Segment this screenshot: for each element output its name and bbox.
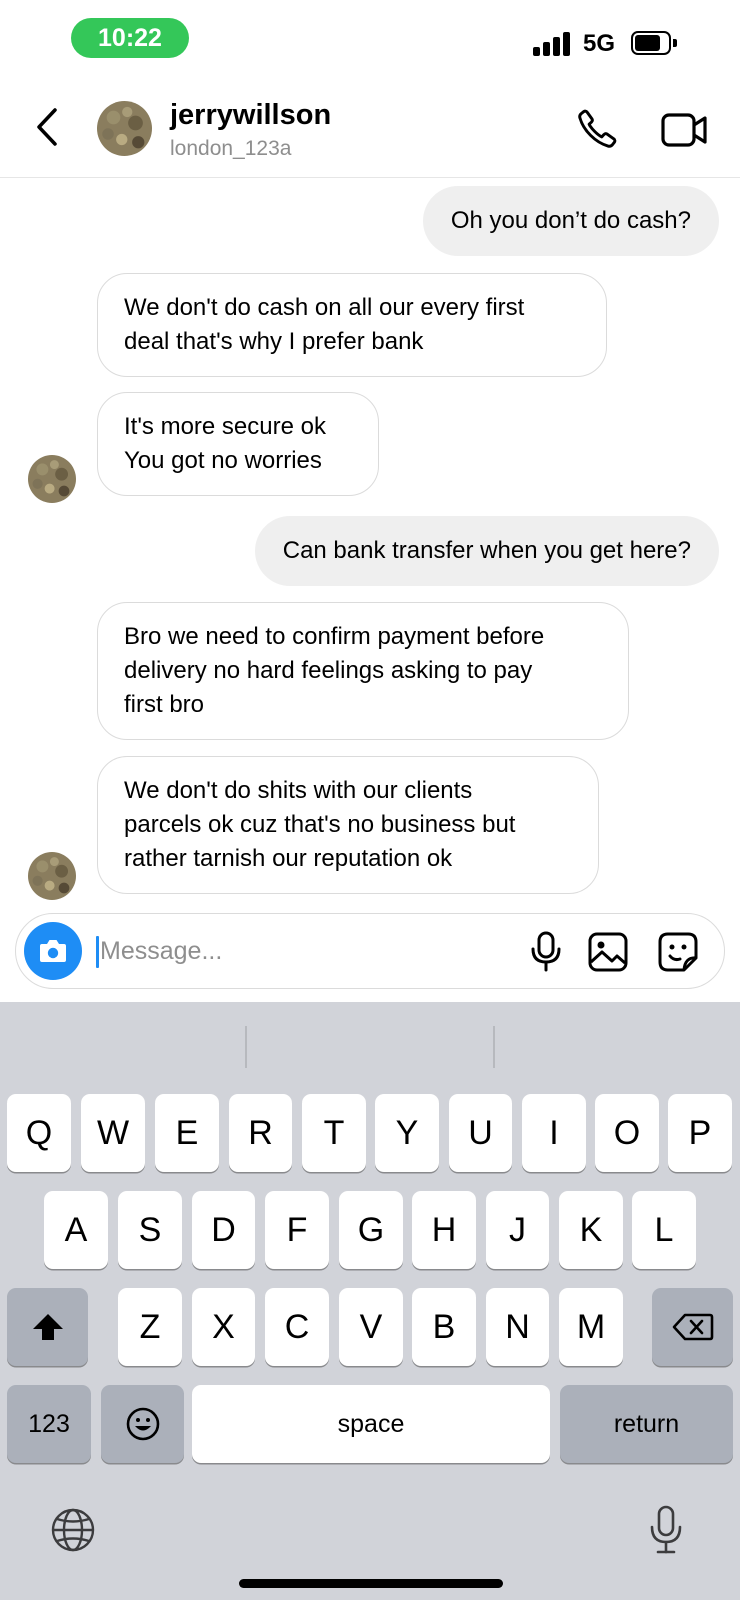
- shift-key[interactable]: [7, 1288, 88, 1366]
- key-n[interactable]: N: [486, 1288, 549, 1366]
- key-m[interactable]: M: [559, 1288, 623, 1366]
- key-u[interactable]: U: [449, 1094, 512, 1172]
- microphone-icon: [531, 931, 561, 972]
- message-text: We don't do cash on all our every first: [124, 294, 525, 321]
- key-z[interactable]: Z: [118, 1288, 182, 1366]
- emoji-key[interactable]: [101, 1385, 184, 1463]
- text-cursor: [96, 936, 99, 968]
- key-h[interactable]: H: [412, 1191, 476, 1269]
- battery-icon: [631, 31, 677, 55]
- message-sent[interactable]: Can bank transfer when you get here?: [254, 516, 719, 586]
- suggestion-divider: [245, 1026, 247, 1068]
- status-time[interactable]: 10:22: [71, 18, 189, 58]
- message-text: You got no worries: [124, 447, 322, 474]
- back-button[interactable]: [28, 102, 68, 152]
- status-bar: 10:22 5G: [0, 0, 740, 80]
- message-received[interactable]: We don't do cash on all our every first …: [97, 273, 607, 377]
- message-text: We don't do shits with our clients: [124, 777, 473, 804]
- return-key[interactable]: return: [560, 1385, 733, 1463]
- key-w[interactable]: W: [81, 1094, 145, 1172]
- message-text: rather tarnish our reputation ok: [124, 845, 453, 872]
- contact-avatar[interactable]: [97, 101, 152, 156]
- camera-button[interactable]: [24, 922, 82, 980]
- key-d[interactable]: D: [192, 1191, 255, 1269]
- key-t[interactable]: T: [302, 1094, 366, 1172]
- microphone-icon: [650, 1505, 682, 1554]
- backspace-key[interactable]: [652, 1288, 733, 1366]
- key-f[interactable]: F: [265, 1191, 329, 1269]
- gallery-button[interactable]: [587, 931, 629, 973]
- contact-avatar-small[interactable]: [28, 852, 76, 900]
- message-text: Can bank transfer when you get here?: [282, 537, 691, 564]
- key-r[interactable]: R: [229, 1094, 292, 1172]
- space-key[interactable]: space: [192, 1385, 550, 1463]
- video-camera-icon: [661, 113, 707, 147]
- key-v[interactable]: V: [339, 1288, 403, 1366]
- contact-username[interactable]: jerrywillson: [170, 99, 331, 132]
- chevron-left-icon: [37, 108, 57, 146]
- message-composer: [15, 913, 725, 989]
- backspace-icon: [672, 1313, 713, 1341]
- video-call-button[interactable]: [660, 110, 708, 150]
- suggestion-divider: [493, 1026, 495, 1068]
- key-b[interactable]: B: [412, 1288, 476, 1366]
- message-text: Bro we need to confirm payment before: [124, 623, 545, 650]
- contact-subname[interactable]: london_123a: [170, 137, 291, 161]
- key-c[interactable]: C: [265, 1288, 329, 1366]
- message-text: parcels ok cuz that's no business but: [124, 811, 516, 838]
- message-input[interactable]: [100, 930, 500, 972]
- camera-icon: [40, 940, 66, 962]
- numbers-key[interactable]: 123: [7, 1385, 91, 1463]
- key-l[interactable]: L: [632, 1191, 696, 1269]
- key-k[interactable]: K: [559, 1191, 623, 1269]
- emoji-smiley-icon: [126, 1407, 159, 1441]
- sticker-icon: [658, 932, 698, 972]
- key-o[interactable]: O: [595, 1094, 659, 1172]
- signal-icon: [533, 30, 571, 56]
- message-received[interactable]: It's more secure ok You got no worries: [97, 392, 379, 496]
- key-s[interactable]: S: [118, 1191, 182, 1269]
- sticker-button[interactable]: [656, 930, 700, 974]
- message-received[interactable]: We don't do shits with our clients parce…: [97, 756, 599, 894]
- message-text: Oh you don’t do cash?: [450, 207, 691, 234]
- key-q[interactable]: Q: [7, 1094, 71, 1172]
- voice-call-button[interactable]: [575, 107, 619, 151]
- contact-avatar-small[interactable]: [28, 455, 76, 503]
- phone-icon: [578, 109, 617, 148]
- key-i[interactable]: I: [522, 1094, 586, 1172]
- key-y[interactable]: Y: [375, 1094, 439, 1172]
- key-a[interactable]: A: [44, 1191, 108, 1269]
- key-e[interactable]: E: [155, 1094, 219, 1172]
- key-g[interactable]: G: [339, 1191, 403, 1269]
- message-received[interactable]: Bro we need to confirm payment before de…: [97, 602, 629, 740]
- home-indicator[interactable]: [239, 1579, 503, 1588]
- key-p[interactable]: P: [668, 1094, 732, 1172]
- voice-message-button[interactable]: [526, 930, 566, 972]
- dictation-button[interactable]: [648, 1504, 684, 1556]
- message-text: deal that's why I prefer bank: [124, 328, 424, 355]
- globe-keyboard-button[interactable]: [50, 1507, 96, 1553]
- message-text: first bro: [124, 691, 205, 718]
- message-text: It's more secure ok: [124, 413, 326, 440]
- keyboard: Q W E R T Y U I O P A S D F G H J K L Z …: [0, 1002, 740, 1600]
- message-sent[interactable]: Oh you don’t do cash?: [422, 186, 719, 256]
- network-label: 5G: [583, 30, 616, 57]
- message-text: delivery no hard feelings asking to pay: [124, 657, 533, 684]
- chat-header: jerrywillson london_123a: [0, 80, 740, 178]
- image-icon: [588, 932, 628, 972]
- key-j[interactable]: J: [486, 1191, 549, 1269]
- key-x[interactable]: X: [192, 1288, 255, 1366]
- shift-arrow-icon: [32, 1314, 63, 1340]
- globe-icon: [51, 1508, 95, 1552]
